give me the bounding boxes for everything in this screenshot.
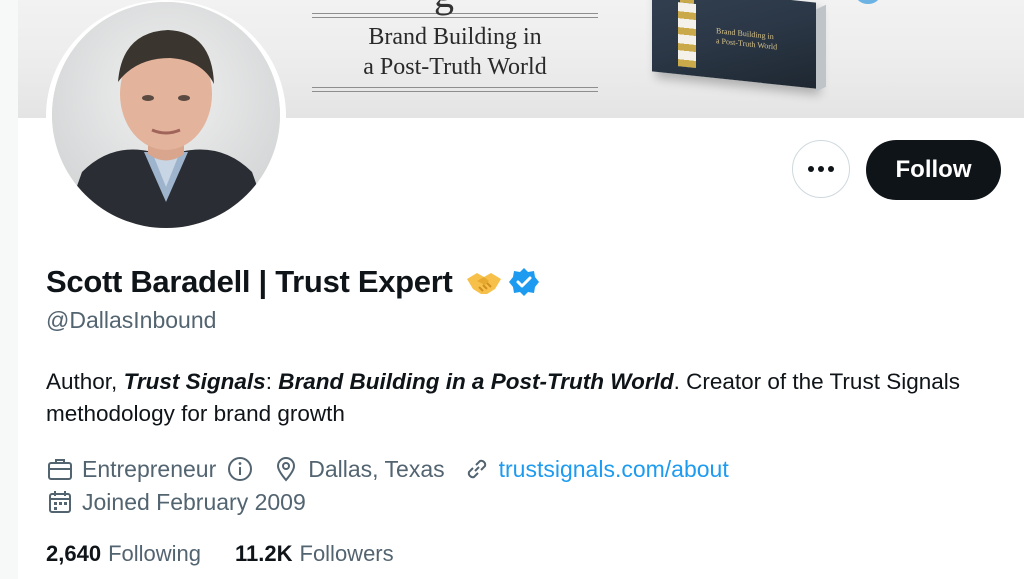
info-icon[interactable] (226, 455, 254, 483)
verified-badge-icon (508, 268, 539, 296)
display-name: Scott Baradell | Trust Expert (46, 262, 539, 302)
bio-text-sep: : (265, 369, 279, 394)
followers-link[interactable]: 11.2K Followers (235, 541, 394, 567)
profile-website[interactable]: trustsignals.com/about (463, 455, 729, 483)
profile-bio: Author, Trust Signals: Brand Building in… (46, 366, 976, 430)
profile-location: Dallas, Texas (272, 455, 445, 483)
lighthouse-image (676, 0, 698, 70)
category-label: Entrepreneur (82, 455, 217, 482)
banner-book-title-block: g Brand Building in a Post-Truth World (312, 0, 598, 92)
bio-text-prefix: Author, (46, 369, 124, 394)
briefcase-icon (48, 459, 72, 480)
followers-count: 11.2K (235, 541, 293, 566)
profile-stats: 2,640 Following 11.2K Followers (46, 538, 394, 570)
profile-category: Entrepreneur (46, 455, 254, 483)
followers-label: Followers (299, 541, 394, 566)
left-gutter (0, 0, 18, 579)
joined-label: Joined February 2009 (82, 488, 306, 515)
link-icon (467, 459, 486, 479)
location-pin-icon (277, 457, 296, 482)
display-name-text: Scott Baradell | Trust Expert (46, 264, 453, 299)
website-link[interactable]: trustsignals.com/about (499, 456, 729, 483)
following-count: 2,640 (46, 541, 102, 566)
handshake-emoji-icon (466, 273, 501, 294)
banner-book-image: Brand Building in a Post-Truth World (652, 0, 826, 92)
bio-book-title-1: Trust Signals (123, 369, 266, 394)
follow-button[interactable]: Follow (866, 140, 1001, 200)
bio-book-title-2: Brand Building in a Post-Truth World (278, 369, 674, 394)
profile-joined: Joined February 2009 (46, 486, 306, 518)
banner-decoration (856, 0, 880, 4)
following-label: Following (108, 541, 201, 566)
calendar-icon (49, 491, 71, 513)
banner-title: Brand Building in a Post-Truth World (363, 24, 547, 80)
profile-meta: Entrepreneur Dallas, Texas trustsignals.… (46, 453, 729, 485)
profile-handle: @DallasInbound (46, 307, 217, 333)
banner-glyph: g (434, 0, 454, 14)
location-label: Dallas, Texas (308, 455, 445, 482)
book-cover-text: Brand Building in a Post-Truth World (716, 26, 778, 52)
more-dots-icon (808, 166, 834, 172)
avatar[interactable] (52, 2, 280, 228)
following-link[interactable]: 2,640 Following (46, 541, 201, 567)
more-options-button[interactable] (792, 140, 850, 198)
